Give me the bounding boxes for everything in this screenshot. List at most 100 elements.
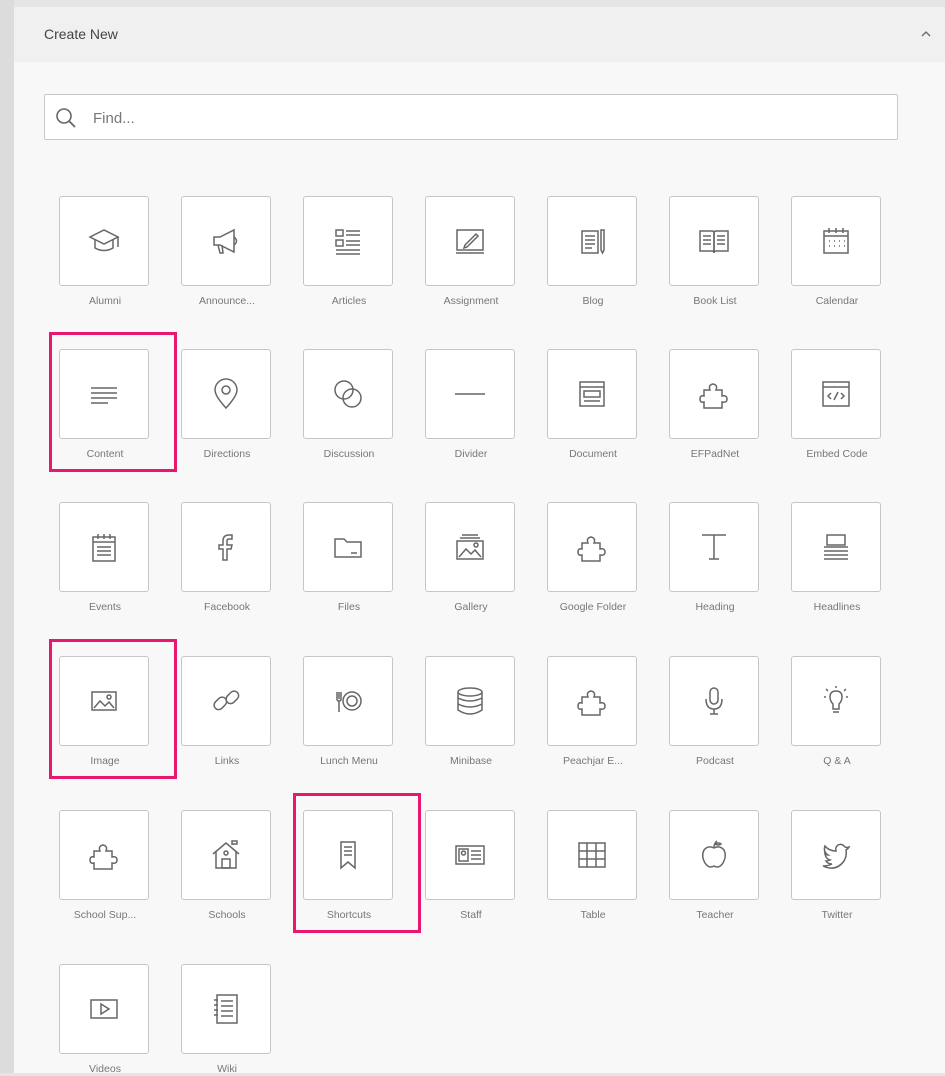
widget-tile-box[interactable] xyxy=(181,656,271,746)
widget-tile-box[interactable] xyxy=(59,196,149,286)
widget-tile-box[interactable] xyxy=(547,349,637,439)
widget-tile-gallery[interactable]: Gallery xyxy=(395,502,517,614)
widget-tile-label: Q & A xyxy=(823,755,851,767)
facebook-icon xyxy=(218,534,233,561)
widget-tile-assignment[interactable]: Assignment xyxy=(395,196,517,308)
widget-tile-shortcuts[interactable]: Shortcuts xyxy=(273,810,395,922)
widget-tile-box[interactable] xyxy=(181,810,271,900)
map-pin-icon xyxy=(214,378,238,410)
widget-tile-box[interactable] xyxy=(547,810,637,900)
widget-tile-box[interactable] xyxy=(303,196,393,286)
widget-tile-box[interactable] xyxy=(59,964,149,1054)
widget-tile-lunch-menu[interactable]: Lunch Menu xyxy=(273,656,395,768)
video-play-icon xyxy=(90,999,118,1019)
widget-tile-links[interactable]: Links xyxy=(151,656,273,768)
widget-tile-box[interactable] xyxy=(669,502,759,592)
widget-tile-box[interactable] xyxy=(669,810,759,900)
widget-tile-q-a[interactable]: Q & A xyxy=(761,656,883,768)
widget-tile-divider[interactable]: Divider xyxy=(395,349,517,461)
widget-tile-embed-code[interactable]: Embed Code xyxy=(761,349,883,461)
widget-tile-box[interactable] xyxy=(303,349,393,439)
widget-tile-efpadnet[interactable]: EFPadNet xyxy=(639,349,761,461)
create-new-panel: Create New AlumniAnnounce...ArticlesAssi… xyxy=(14,7,945,1076)
widget-tile-content[interactable]: Content xyxy=(29,349,151,461)
widget-tile-box[interactable] xyxy=(791,502,881,592)
widget-tile-podcast[interactable]: Podcast xyxy=(639,656,761,768)
widget-tile-box[interactable] xyxy=(425,196,515,286)
widget-tile-box[interactable] xyxy=(791,656,881,746)
widget-tile-school-sup[interactable]: School Sup... xyxy=(29,810,151,922)
widget-tile-box[interactable] xyxy=(791,196,881,286)
widget-tile-minibase[interactable]: Minibase xyxy=(395,656,517,768)
widget-tile-box[interactable] xyxy=(181,196,271,286)
widget-tile-label: Heading xyxy=(695,601,735,613)
widget-tile-box[interactable] xyxy=(303,656,393,746)
database-icon xyxy=(457,687,483,715)
widget-tile-box[interactable] xyxy=(181,349,271,439)
widget-tile-label: Articles xyxy=(331,295,367,307)
widget-tile-events[interactable]: Events xyxy=(29,502,151,614)
widget-tile-teacher[interactable]: Teacher xyxy=(639,810,761,922)
widget-tile-box[interactable] xyxy=(303,502,393,592)
blog-pen-icon xyxy=(581,229,605,255)
widget-tile-box[interactable] xyxy=(59,656,149,746)
widget-tile-box[interactable] xyxy=(669,196,759,286)
widget-tile-wiki[interactable]: Wiki xyxy=(151,964,273,1076)
widget-tile-box[interactable] xyxy=(425,502,515,592)
widget-tile-discussion[interactable]: Discussion xyxy=(273,349,395,461)
open-book-icon xyxy=(699,230,729,254)
widget-tile-box[interactable] xyxy=(547,656,637,746)
document-window-icon xyxy=(579,381,605,407)
widget-tile-box[interactable] xyxy=(547,196,637,286)
widget-tile-box[interactable] xyxy=(791,810,881,900)
widget-tile-box[interactable] xyxy=(425,656,515,746)
widget-tile-schools[interactable]: Schools xyxy=(151,810,273,922)
widget-tile-twitter[interactable]: Twitter xyxy=(761,810,883,922)
widget-tile-box[interactable] xyxy=(181,502,271,592)
widget-tile-table[interactable]: Table xyxy=(517,810,639,922)
widget-tile-label: Table xyxy=(580,909,606,921)
widget-tile-box[interactable] xyxy=(303,810,393,900)
widget-tile-label: Minibase xyxy=(449,755,493,767)
widget-tile-calendar[interactable]: Calendar xyxy=(761,196,883,308)
widget-tile-box[interactable] xyxy=(425,810,515,900)
widget-tile-box[interactable] xyxy=(425,349,515,439)
widget-tile-label: Calendar xyxy=(815,295,859,307)
headlines-stack-icon xyxy=(824,534,848,560)
widget-tile-box[interactable] xyxy=(181,964,271,1054)
widget-tile-label: Embed Code xyxy=(806,448,868,460)
widget-tile-box[interactable] xyxy=(791,349,881,439)
widget-tile-directions[interactable]: Directions xyxy=(151,349,273,461)
widget-tile-box[interactable] xyxy=(59,502,149,592)
widget-tile-box[interactable] xyxy=(669,349,759,439)
widget-tile-videos[interactable]: Videos xyxy=(29,964,151,1076)
widget-tile-label: Divider xyxy=(454,448,488,460)
left-edge xyxy=(0,0,14,1073)
widget-tile-articles[interactable]: Articles xyxy=(273,196,395,308)
puzzle-piece-icon xyxy=(89,844,118,870)
widget-tile-files[interactable]: Files xyxy=(273,502,395,614)
twitter-bird-icon xyxy=(822,843,851,869)
widget-tile-image[interactable]: Image xyxy=(29,656,151,768)
widget-tile-label: Events xyxy=(88,601,122,613)
widget-tile-book-list[interactable]: Book List xyxy=(639,196,761,308)
graduation-cap-icon xyxy=(88,229,120,252)
widget-tile-box[interactable] xyxy=(547,502,637,592)
widget-tile-peachjar-e[interactable]: Peachjar E... xyxy=(517,656,639,768)
heading-t-icon xyxy=(702,534,726,560)
widget-tile-blog[interactable]: Blog xyxy=(517,196,639,308)
widget-tile-box[interactable] xyxy=(59,810,149,900)
widget-tile-staff[interactable]: Staff xyxy=(395,810,517,922)
horizontal-line-icon xyxy=(455,393,485,395)
widget-tile-headlines[interactable]: Headlines xyxy=(761,502,883,614)
widget-tile-heading[interactable]: Heading xyxy=(639,502,761,614)
widget-tile-announce[interactable]: Announce... xyxy=(151,196,273,308)
widget-tile-facebook[interactable]: Facebook xyxy=(151,502,273,614)
widget-tile-box[interactable] xyxy=(59,349,149,439)
widget-tile-document[interactable]: Document xyxy=(517,349,639,461)
widget-tile-label: Blog xyxy=(582,295,604,307)
widget-tile-alumni[interactable]: Alumni xyxy=(29,196,151,308)
widget-tile-google-folder[interactable]: Google Folder xyxy=(517,502,639,614)
widget-tile-box[interactable] xyxy=(669,656,759,746)
widget-tile-label: Gallery xyxy=(454,601,488,613)
